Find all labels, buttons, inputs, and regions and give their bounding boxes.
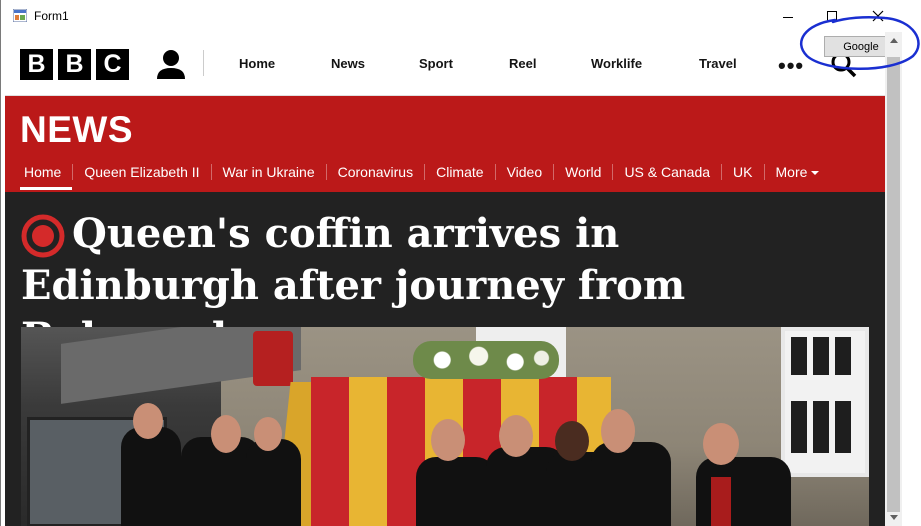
minimize-icon — [783, 16, 793, 18]
photo-window — [781, 327, 869, 477]
news-section-title[interactable]: NEWS — [20, 109, 133, 151]
bbc-logo-letter: C — [96, 49, 129, 80]
account-icon[interactable] — [155, 49, 187, 79]
photo-sash — [711, 477, 731, 526]
article-section: Queen's coffin arrives in Edinburgh afte… — [5, 192, 885, 526]
subnav-item-us-canada[interactable]: US & Canada — [613, 164, 723, 180]
photo-tail-light — [253, 331, 293, 386]
photo-flowers — [413, 341, 559, 379]
photo-soldier — [121, 427, 181, 526]
web-content: B B C Home News Sport Reel Worklife Trav… — [5, 32, 885, 526]
subnav-more-label: More — [775, 164, 808, 180]
form-window: Form1 B B C Home News Sport Reel Worklif… — [0, 0, 921, 526]
scrollbar-thumb[interactable] — [887, 57, 900, 512]
nav-item-reel[interactable]: Reel — [509, 56, 536, 71]
photo-face — [254, 417, 282, 451]
window-pane — [813, 337, 829, 375]
photo-soldier — [591, 442, 671, 526]
subnav-item-uk[interactable]: UK — [722, 164, 765, 180]
news-header: NEWS Home Queen Elizabeth II War in Ukra… — [5, 96, 885, 192]
annotation-circle — [800, 15, 920, 70]
subnav-item-coronavirus[interactable]: Coronavirus — [327, 164, 426, 180]
photo-face — [555, 421, 589, 461]
scroll-down-button[interactable] — [885, 509, 902, 526]
subnav-item-more[interactable]: More — [765, 164, 831, 180]
news-subnav: Home Queen Elizabeth II War in Ukraine C… — [13, 162, 831, 190]
photo-face — [703, 423, 739, 465]
subnav-item-war-in-ukraine[interactable]: War in Ukraine — [212, 164, 327, 180]
subnav-item-world[interactable]: World — [554, 164, 614, 180]
window-pane — [813, 401, 829, 453]
window-pane — [791, 337, 807, 375]
bbc-logo-letter: B — [58, 49, 91, 80]
app-icon — [13, 9, 27, 22]
photo-face — [499, 415, 533, 457]
bbc-logo[interactable]: B B C — [20, 49, 129, 80]
window-pane — [835, 337, 851, 375]
nav-divider — [203, 50, 204, 76]
window-pane — [835, 401, 851, 453]
subnav-item-queen-elizabeth[interactable]: Queen Elizabeth II — [73, 164, 212, 180]
nav-item-worklife[interactable]: Worklife — [591, 56, 642, 71]
caret-down-icon — [811, 171, 820, 176]
window-pane — [791, 401, 807, 453]
article-photo[interactable] — [21, 327, 869, 526]
subnav-item-climate[interactable]: Climate — [425, 164, 496, 180]
nav-item-travel[interactable]: Travel — [699, 56, 737, 71]
subnav-item-video[interactable]: Video — [496, 164, 555, 180]
photo-face — [601, 409, 635, 453]
nav-item-news[interactable]: News — [331, 56, 365, 71]
chevron-down-icon — [889, 515, 898, 520]
photo-soldier — [246, 439, 301, 526]
photo-face — [133, 403, 163, 439]
window-titlebar[interactable]: Form1 — [1, 0, 921, 32]
photo-face — [211, 415, 241, 453]
photo-soldier — [416, 457, 496, 526]
vertical-scrollbar[interactable] — [885, 32, 902, 526]
bbc-logo-letter: B — [20, 49, 53, 80]
window-title: Form1 — [34, 9, 69, 23]
nav-item-home[interactable]: Home — [239, 56, 275, 71]
nav-item-sport[interactable]: Sport — [419, 56, 453, 71]
bbc-top-nav: B B C Home News Sport Reel Worklife Trav… — [5, 32, 885, 96]
subnav-item-home[interactable]: Home — [13, 164, 74, 190]
photo-face — [431, 419, 465, 461]
